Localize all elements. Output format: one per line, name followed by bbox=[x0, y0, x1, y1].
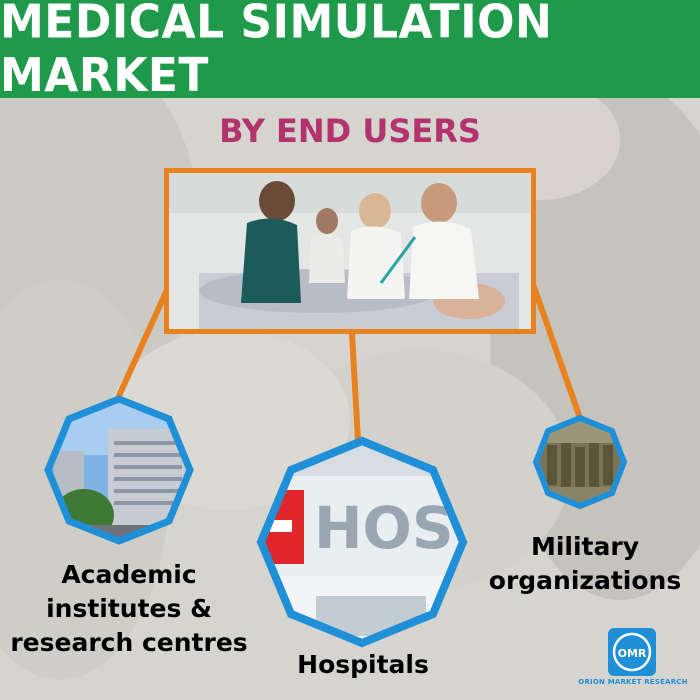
hospitals-label: Hospitals bbox=[297, 650, 429, 679]
logo-company-name: ORION MARKET RESEARCH bbox=[578, 678, 688, 686]
academic-institutes-label: Academic institutes & research centres bbox=[10, 560, 248, 657]
simulation-training-photo bbox=[164, 168, 536, 334]
academic-building-badge bbox=[44, 395, 194, 545]
military-troops-badge bbox=[533, 415, 627, 509]
hospital-building-badge: HOSP bbox=[256, 436, 468, 648]
military-organizations-label: Military organizations bbox=[488, 532, 682, 595]
svg-text:OMR: OMR bbox=[618, 647, 647, 660]
omr-logo: OMR bbox=[608, 628, 656, 676]
